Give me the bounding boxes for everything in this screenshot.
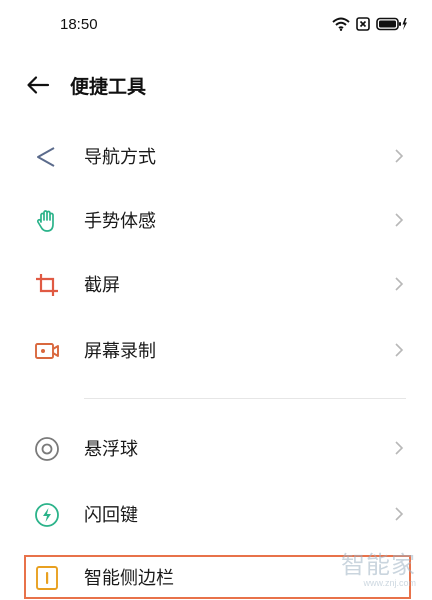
chevron-right-icon <box>395 507 404 521</box>
item-label: 悬浮球 <box>84 439 138 460</box>
battery-charging-icon <box>376 17 407 31</box>
status-time: 18:50 <box>60 16 98 33</box>
status-bar: 18:50 <box>0 0 432 54</box>
list-item-floating-ball[interactable]: 悬浮球 <box>0 418 432 478</box>
back-arrow-icon[interactable] <box>26 75 50 95</box>
chevron-right-icon <box>395 213 404 227</box>
item-label: 截屏 <box>84 275 120 296</box>
flash-back-icon <box>35 503 59 527</box>
list-item-flash-back[interactable]: 闪回键 <box>0 484 432 544</box>
watermark-main: 智能家 <box>341 551 416 579</box>
list-item-navigation[interactable]: 导航方式 <box>0 126 432 186</box>
settings-screen: 18:50 便捷工具 导航方式 手势体感 截屏 屏幕录制 悬浮球 闪回键 智能侧… <box>0 0 432 600</box>
item-label: 闪回键 <box>84 505 138 526</box>
item-label: 导航方式 <box>84 147 156 168</box>
sim-x-icon <box>356 17 370 31</box>
hand-gesture-icon <box>36 210 54 232</box>
floating-ball-icon <box>35 437 59 461</box>
chevron-right-icon <box>395 343 404 357</box>
chevron-right-icon <box>395 441 404 455</box>
section-divider <box>84 398 406 399</box>
screen-record-icon <box>35 343 59 359</box>
wifi-icon <box>332 17 350 31</box>
list-item-screenshot[interactable]: 截屏 <box>0 254 432 314</box>
status-icons <box>332 17 408 31</box>
chevron-right-icon <box>395 277 404 291</box>
watermark: 智能家 www.znj.com <box>341 552 416 588</box>
item-label: 屏幕录制 <box>84 341 156 362</box>
item-label: 手势体感 <box>84 211 156 232</box>
page-header: 便捷工具 <box>0 62 432 108</box>
list-item-screen-record[interactable]: 屏幕录制 <box>0 320 432 380</box>
navigation-triangle-icon <box>37 147 55 167</box>
page-title: 便捷工具 <box>70 76 147 98</box>
chevron-right-icon <box>395 149 404 163</box>
screenshot-crop-icon <box>36 274 58 296</box>
watermark-sub: www.znj.com <box>363 578 416 588</box>
list-item-gesture[interactable]: 手势体感 <box>0 190 432 250</box>
